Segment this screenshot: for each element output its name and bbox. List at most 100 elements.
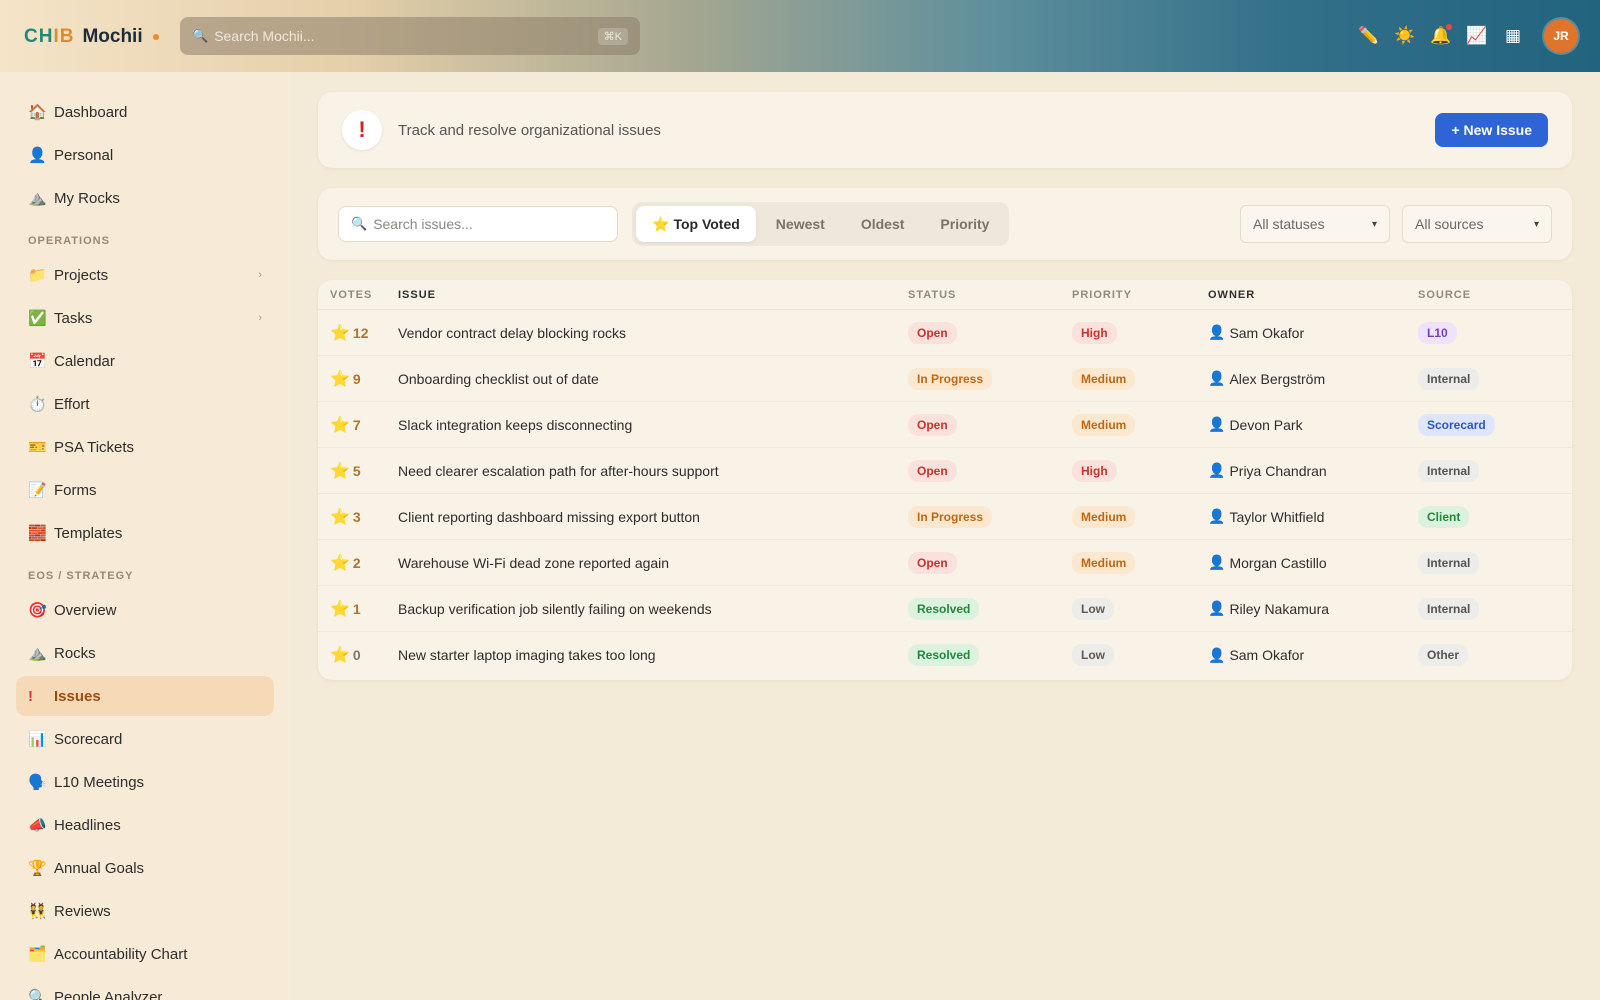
status-filter-value: All statuses <box>1253 216 1325 232</box>
vote-cell[interactable]: ⭐ 5 <box>318 461 398 481</box>
target-icon: 🎯 <box>28 602 47 619</box>
table-row[interactable]: ⭐ 9 Onboarding checklist out of date In P… <box>318 356 1572 402</box>
filter-bar: 🔍 Search issues... ⭐ Top Voted Newest Ol… <box>318 188 1572 260</box>
issues-table: VOTES ISSUE STATUS PRIORITY OWNER SOURCE… <box>318 280 1572 680</box>
chevron-right-icon[interactable]: › <box>258 312 262 324</box>
table-row[interactable]: ⭐ 5 Need clearer escalation path for afte… <box>318 448 1572 494</box>
owner-cell: 👤 Morgan Castillo <box>1208 554 1418 571</box>
vote-cell[interactable]: ⭐ 3 <box>318 507 398 527</box>
column-header-issue[interactable]: ISSUE <box>398 289 908 301</box>
new-issue-button[interactable]: + New Issue <box>1435 113 1548 147</box>
sidebar-item-accountability-chart[interactable]: 🗂️ Accountability Chart <box>16 934 274 974</box>
star-icon[interactable]: ⭐ <box>330 461 350 481</box>
chart-icon[interactable]: 📈 <box>1466 25 1488 47</box>
avatar[interactable]: JR <box>1544 19 1578 53</box>
sidebar-item-reviews[interactable]: 👯 Reviews <box>16 891 274 931</box>
star-icon[interactable]: ⭐ <box>330 507 350 527</box>
sidebar-item-headlines[interactable]: 📣 Headlines <box>16 805 274 845</box>
issue-search-input[interactable]: 🔍 Search issues... <box>338 206 618 242</box>
person-icon: 👤 <box>1208 416 1226 432</box>
sidebar-item-personal[interactable]: 👤 Personal <box>16 135 274 175</box>
vote-cell[interactable]: ⭐ 0 <box>318 645 398 665</box>
sidebar-item-my-rocks[interactable]: ⛰️ My Rocks <box>16 178 274 218</box>
table-row[interactable]: ⭐ 3 Client reporting dashboard missing ex… <box>318 494 1572 540</box>
issue-title[interactable]: Backup verification job silently failing… <box>398 601 908 617</box>
issue-title[interactable]: Warehouse Wi-Fi dead zone reported again <box>398 555 908 571</box>
table-row[interactable]: ⭐ 12 Vendor contract delay blocking rocks… <box>318 310 1572 356</box>
sidebar-item-label: Reviews <box>54 902 111 920</box>
tab-priority[interactable]: Priority <box>924 206 1005 242</box>
column-header-source[interactable]: SOURCE <box>1418 289 1572 301</box>
sidebar-item-effort[interactable]: ⏱️ Effort <box>16 384 274 424</box>
vote-cell[interactable]: ⭐ 1 <box>318 599 398 619</box>
sidebar-item-tasks[interactable]: ✅ Tasks › <box>16 298 274 338</box>
tab-top-voted[interactable]: ⭐ Top Voted <box>636 206 756 242</box>
issue-title[interactable]: Slack integration keeps disconnecting <box>398 417 908 433</box>
status-filter-select[interactable]: All statuses ▾ <box>1240 205 1390 243</box>
calendar-icon: 📅 <box>28 353 47 370</box>
magnifier-icon: 🔍 <box>28 989 47 1000</box>
vote-cell[interactable]: ⭐ 9 <box>318 369 398 389</box>
column-header-priority[interactable]: PRIORITY <box>1072 289 1208 301</box>
vote-cell[interactable]: ⭐ 12 <box>318 323 398 343</box>
source-filter-select[interactable]: All sources ▾ <box>1402 205 1552 243</box>
vote-count: 9 <box>352 370 361 387</box>
issue-title[interactable]: New starter laptop imaging takes too lon… <box>398 647 908 663</box>
mountain-icon: ⛰️ <box>28 190 47 207</box>
table-row[interactable]: ⭐ 7 Slack integration keeps disconnecting… <box>318 402 1572 448</box>
bell-icon[interactable]: 🔔 <box>1430 24 1452 47</box>
ticket-icon: 🎫 <box>28 439 47 456</box>
sidebar-item-people-analyzer[interactable]: 🔍 People Analyzer <box>16 977 274 1000</box>
vote-cell[interactable]: ⭐ 7 <box>318 415 398 435</box>
table-row[interactable]: ⭐ 0 New starter laptop imaging takes too … <box>318 632 1572 678</box>
column-header-owner[interactable]: OWNER <box>1208 289 1418 301</box>
grid-icon[interactable]: ▦ <box>1502 25 1524 47</box>
sidebar-item-label: Headlines <box>54 816 121 834</box>
search-icon: 🔍 <box>192 28 209 43</box>
sidebar-top-group: 🏠 Dashboard 👤 Personal ⛰️ My Rocks <box>16 92 274 218</box>
sun-icon[interactable]: ☀️ <box>1394 25 1416 47</box>
sidebar-item-issues[interactable]: ! Issues <box>16 676 274 716</box>
home-icon: 🏠 <box>28 104 47 121</box>
sidebar-item-scorecard[interactable]: 📊 Scorecard <box>16 719 274 759</box>
sidebar-item-annual-goals[interactable]: 🏆 Annual Goals <box>16 848 274 888</box>
star-icon[interactable]: ⭐ <box>330 369 350 389</box>
sidebar-item-templates[interactable]: 🧱 Templates <box>16 513 274 553</box>
global-search-input[interactable]: 🔍 Search Mochii... ⌘K <box>180 17 640 55</box>
issue-title[interactable]: Need clearer escalation path for after-h… <box>398 463 908 479</box>
sidebar-item-label: Effort <box>54 395 90 413</box>
sidebar-item-rocks[interactable]: ⛰️ Rocks <box>16 633 274 673</box>
column-header-votes[interactable]: VOTES <box>318 289 398 301</box>
issue-title[interactable]: Vendor contract delay blocking rocks <box>398 325 908 341</box>
sidebar-item-psa-tickets[interactable]: 🎫 PSA Tickets <box>16 427 274 467</box>
table-row[interactable]: ⭐ 1 Backup verification job silently fail… <box>318 586 1572 632</box>
sidebar-item-label: Dashboard <box>54 103 128 121</box>
pencil-icon[interactable]: ✏️ <box>1358 25 1380 47</box>
status-badge: Resolved <box>908 644 980 666</box>
brand-logo[interactable]: CH IB Mochii <box>24 24 159 50</box>
sidebar-item-calendar[interactable]: 📅 Calendar <box>16 341 274 381</box>
exclamation-icon: ! <box>342 110 382 150</box>
star-icon[interactable]: ⭐ <box>330 553 350 573</box>
sidebar-item-overview[interactable]: 🎯 Overview <box>16 590 274 630</box>
star-icon[interactable]: ⭐ <box>330 323 350 343</box>
source-badge: Internal <box>1418 551 1480 574</box>
tab-oldest[interactable]: Oldest <box>845 206 921 242</box>
star-icon[interactable]: ⭐ <box>330 645 350 665</box>
column-header-status[interactable]: STATUS <box>908 289 1072 301</box>
issue-title[interactable]: Onboarding checklist out of date <box>398 371 908 387</box>
status-badge: Resolved <box>908 597 980 620</box>
sidebar-item-dashboard[interactable]: 🏠 Dashboard <box>16 92 274 132</box>
owner-cell: 👤 Priya Chandran <box>1208 462 1418 479</box>
vote-cell[interactable]: ⭐ 2 <box>318 553 398 573</box>
sidebar-item-forms[interactable]: 📝 Forms <box>16 470 274 510</box>
mountain-icon: ⛰️ <box>28 645 47 662</box>
sidebar-item-projects[interactable]: 📁 Projects › <box>16 255 274 295</box>
tab-newest[interactable]: Newest <box>760 206 841 242</box>
star-icon[interactable]: ⭐ <box>330 599 350 619</box>
sidebar-item-l10-meetings[interactable]: 🗣️ L10 Meetings <box>16 762 274 802</box>
table-row[interactable]: ⭐ 2 Warehouse Wi-Fi dead zone reported ag… <box>318 540 1572 586</box>
chevron-right-icon[interactable]: › <box>258 269 262 281</box>
issue-title[interactable]: Client reporting dashboard missing expor… <box>398 509 908 525</box>
star-icon[interactable]: ⭐ <box>330 415 350 435</box>
